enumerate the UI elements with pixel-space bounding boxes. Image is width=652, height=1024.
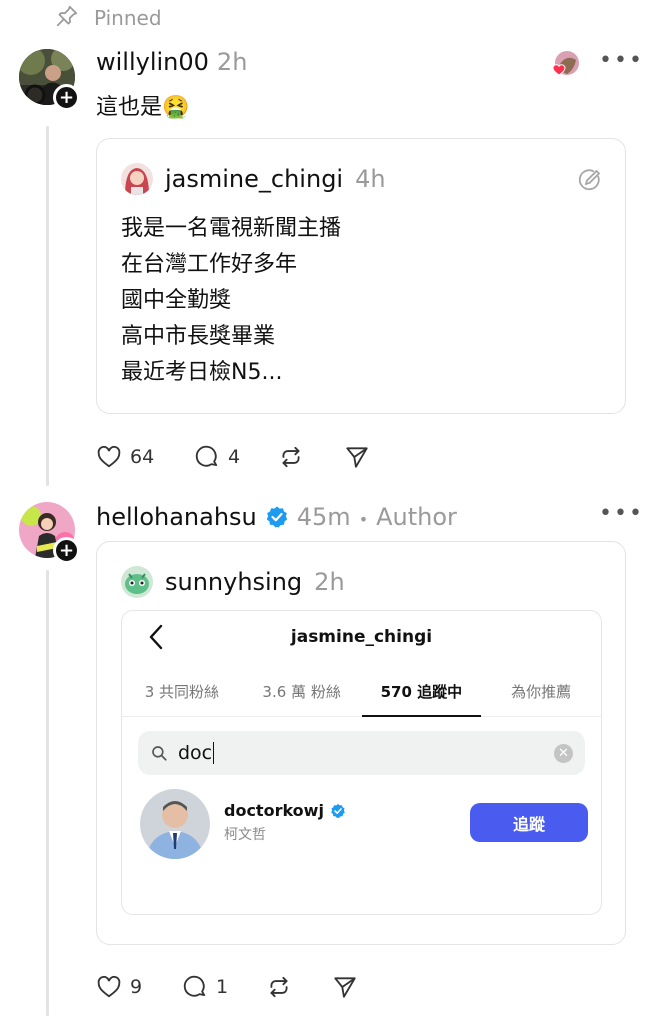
post-text-body: 這也是 — [96, 95, 163, 120]
result-username-row: doctorkowj — [224, 801, 346, 820]
post-actions: 64 4 — [96, 444, 370, 470]
post-actions: 9 1 — [96, 974, 358, 1000]
follow-tabs: 3 共同粉絲 3.6 萬 粉絲 570 追蹤中 為你推薦 — [122, 671, 601, 717]
quoted-timestamp: 4h — [355, 165, 386, 193]
clear-search-icon[interactable]: ✕ — [554, 743, 573, 763]
username[interactable]: hellohanahsu — [96, 503, 257, 531]
pin-icon — [54, 3, 80, 34]
repost-icon — [282, 446, 300, 468]
separator-dot: • — [358, 510, 369, 529]
quoted-avatar[interactable] — [121, 163, 153, 195]
quoted-username[interactable]: sunnyhsing — [165, 568, 302, 596]
embedded-screenshot[interactable]: jasmine_chingi 3 共同粉絲 3.6 萬 粉絲 570 追蹤中 為… — [121, 610, 602, 915]
username[interactable]: willylin00 — [96, 48, 209, 76]
reply-button[interactable]: 4 — [194, 444, 278, 470]
quoted-post-card[interactable]: jasmine_chingi 4h 我是一名電視新聞主播 在台灣工作好多年 國中… — [96, 138, 626, 414]
quoted-post-text: 我是一名電視新聞主播 在台灣工作好多年 國中全勤獎 高中市長獎畢業 最近考日檢N… — [121, 211, 341, 391]
like-button[interactable]: 9 — [96, 974, 182, 1000]
reply-button[interactable]: 1 — [182, 974, 266, 1000]
heart-icon — [97, 975, 121, 998]
quoted-text-line: 在台灣工作好多年 — [121, 252, 298, 277]
comment-icon — [195, 445, 218, 467]
post-text: 這也是🤮 — [96, 92, 189, 124]
post-header: hellohanahsu 45m • Author — [96, 501, 457, 531]
repost-button[interactable] — [266, 974, 332, 1000]
search-icon — [152, 746, 167, 761]
quoted-timestamp: 2h — [314, 568, 345, 596]
quoted-text-line: 國中全勤獎 — [121, 288, 232, 313]
verified-badge-icon — [331, 803, 345, 818]
reply-count: 1 — [216, 976, 229, 998]
screenshot-title: jasmine_chingi — [290, 627, 433, 647]
repost-button[interactable] — [278, 444, 344, 470]
tab-followers[interactable]: 3.6 萬 粉絲 — [242, 671, 362, 716]
pinned-header: Pinned — [54, 4, 162, 32]
quoted-text-line: 最近考日檢N5... — [121, 360, 283, 385]
tab-mutual-followers[interactable]: 3 共同粉絲 — [122, 671, 242, 716]
author-label: Author — [376, 503, 457, 531]
search-input[interactable]: doc ✕ — [138, 731, 585, 775]
follow-button[interactable]: 追蹤 — [470, 803, 588, 842]
quoted-post-card[interactable]: sunnyhsing 2h jasmine_chingi 3 共同粉絲 3.6 … — [96, 541, 626, 945]
thread-line — [46, 126, 49, 486]
heart-icon — [97, 445, 121, 468]
follow-plus-badge[interactable]: + — [53, 537, 80, 564]
tab-following[interactable]: 570 追蹤中 — [361, 671, 482, 717]
post-header: willylin00 2h — [96, 48, 247, 76]
more-options-icon[interactable]: ••• — [599, 501, 644, 526]
pinned-label: Pinned — [94, 6, 162, 30]
search-value: doc — [178, 742, 215, 764]
quoted-text-line: 我是一名電視新聞主播 — [121, 216, 342, 241]
nauseated-emoji: 🤮 — [162, 95, 190, 120]
quoted-avatar[interactable] — [121, 566, 153, 598]
send-icon — [346, 447, 368, 468]
comment-icon — [183, 975, 206, 997]
reply-count: 4 — [228, 446, 241, 468]
quoted-post-header: sunnyhsing 2h — [121, 566, 345, 598]
tab-suggested[interactable]: 為你推薦 — [481, 671, 601, 716]
timestamp: 45m — [296, 503, 351, 531]
edited-icon[interactable] — [577, 167, 603, 193]
verified-badge-icon — [265, 505, 289, 529]
timestamp: 2h — [216, 48, 248, 76]
follow-plus-badge[interactable]: + — [53, 84, 80, 111]
quoted-text-line: 高中市長獎畢業 — [121, 324, 276, 349]
send-icon — [334, 977, 356, 998]
more-options-icon[interactable]: ••• — [599, 48, 644, 73]
like-count: 64 — [130, 446, 155, 468]
quoted-username[interactable]: jasmine_chingi — [165, 165, 343, 193]
result-avatar[interactable] — [140, 789, 210, 859]
repost-icon — [270, 976, 288, 998]
liked-by-avatar[interactable] — [552, 50, 580, 78]
like-button[interactable]: 64 — [96, 444, 194, 470]
quoted-post-header: jasmine_chingi 4h — [121, 163, 386, 195]
share-button[interactable] — [344, 444, 370, 470]
thread-line — [46, 570, 49, 1016]
result-display-name: 柯文哲 — [224, 827, 266, 843]
result-username[interactable]: doctorkowj — [224, 801, 324, 820]
share-button[interactable] — [332, 974, 358, 1000]
like-count: 9 — [130, 976, 143, 998]
